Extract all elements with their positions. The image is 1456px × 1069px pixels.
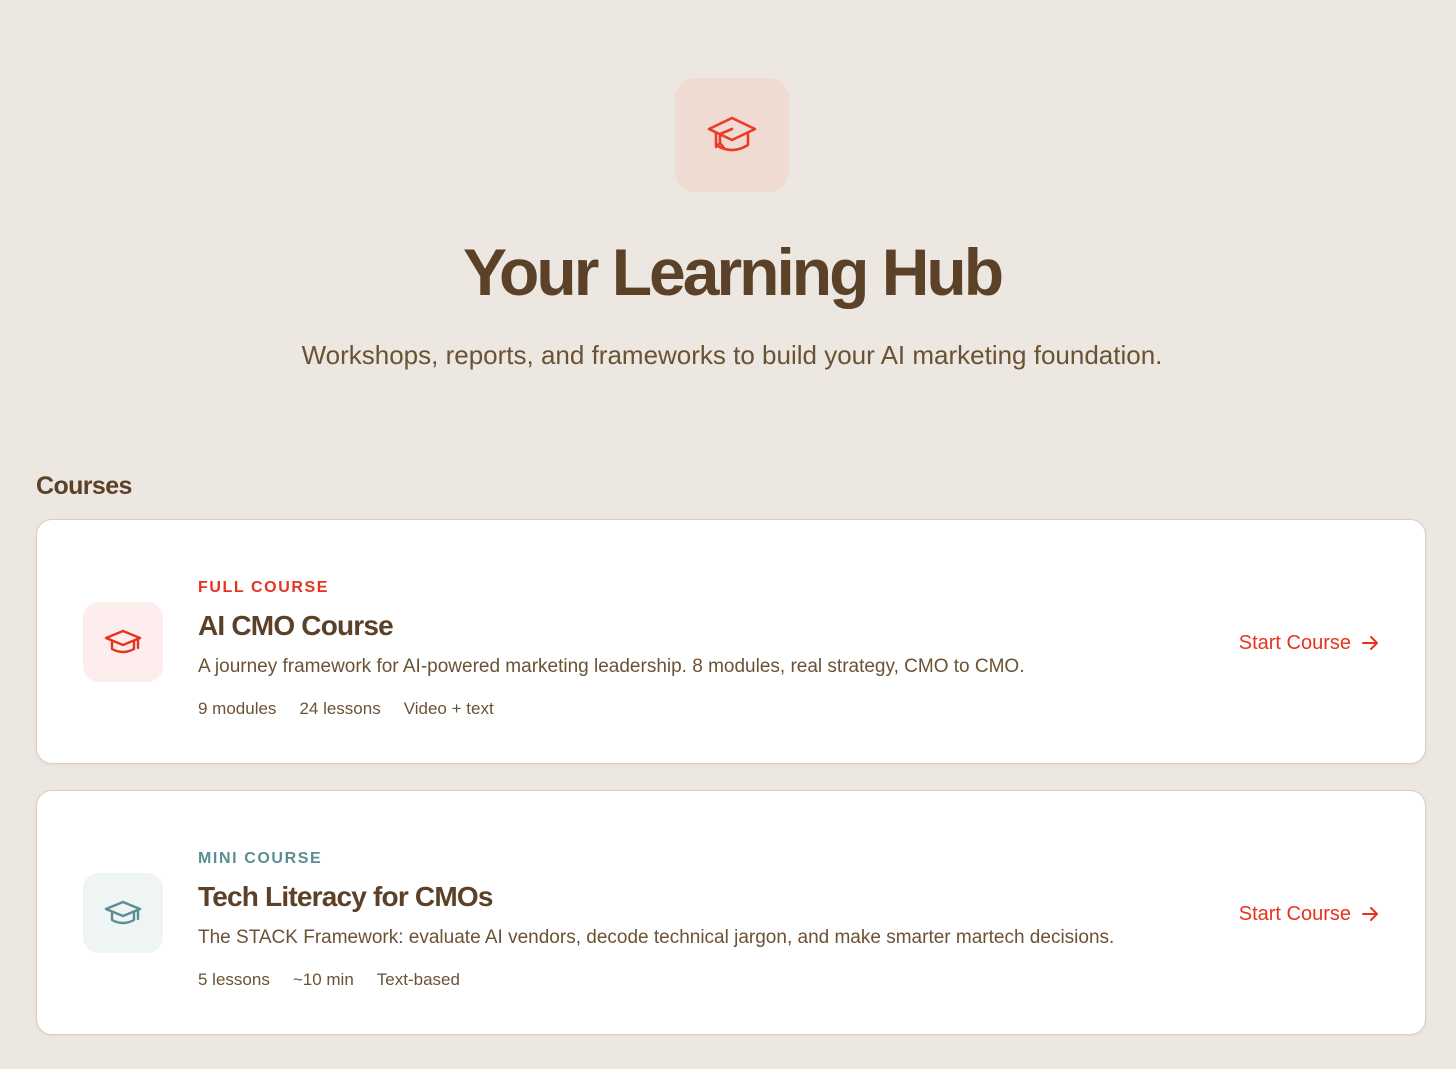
course-meta-format: Video + text bbox=[403, 699, 494, 718]
course-description: The STACK Framework: evaluate AI vendors… bbox=[198, 927, 1115, 948]
course-meta: 5 lessons ~10 min Text-based bbox=[198, 969, 460, 991]
hero-icon-tile bbox=[675, 78, 789, 192]
arrow-right-icon bbox=[1362, 636, 1378, 650]
section-heading-courses: Courses bbox=[36, 472, 132, 500]
course-meta-duration: ~10 min bbox=[292, 970, 354, 989]
course-title: AI CMO Course bbox=[198, 610, 394, 641]
course-meta-format: Text-based bbox=[376, 970, 460, 989]
course-meta: 9 modules 24 lessons Video + text bbox=[198, 698, 494, 720]
start-course-label: Start Course bbox=[1238, 903, 1351, 925]
start-course-button[interactable]: Start Course bbox=[1239, 630, 1379, 656]
course-icon-tile bbox=[83, 602, 163, 682]
course-description: A journey framework for AI-powered marke… bbox=[198, 656, 1025, 677]
course-card-tech-literacy[interactable]: MINI COURSE Tech Literacy for CMOs The S… bbox=[36, 790, 1426, 1035]
course-type-badge: MINI COURSE bbox=[198, 850, 323, 867]
page-subtitle: Workshops, reports, and frameworks to bu… bbox=[301, 340, 1163, 370]
start-course-label: Start Course bbox=[1238, 632, 1351, 654]
course-icon-tile bbox=[83, 873, 163, 953]
course-card-ai-cmo[interactable]: FULL COURSE AI CMO Course A journey fram… bbox=[36, 519, 1426, 764]
course-meta-modules: 9 modules bbox=[198, 699, 277, 718]
start-course-button[interactable]: Start Course bbox=[1239, 901, 1379, 927]
arrow-right-icon bbox=[1362, 907, 1378, 921]
graduation-cap-icon bbox=[707, 116, 757, 152]
graduation-cap-icon bbox=[104, 900, 142, 925]
page-title: Your Learning Hub bbox=[462, 235, 1004, 309]
course-meta-lessons: 24 lessons bbox=[299, 699, 381, 718]
course-meta-lessons: 5 lessons bbox=[198, 970, 270, 989]
course-title: Tech Literacy for CMOs bbox=[198, 881, 493, 912]
graduation-cap-icon bbox=[104, 629, 142, 654]
course-type-badge: FULL COURSE bbox=[198, 579, 330, 596]
